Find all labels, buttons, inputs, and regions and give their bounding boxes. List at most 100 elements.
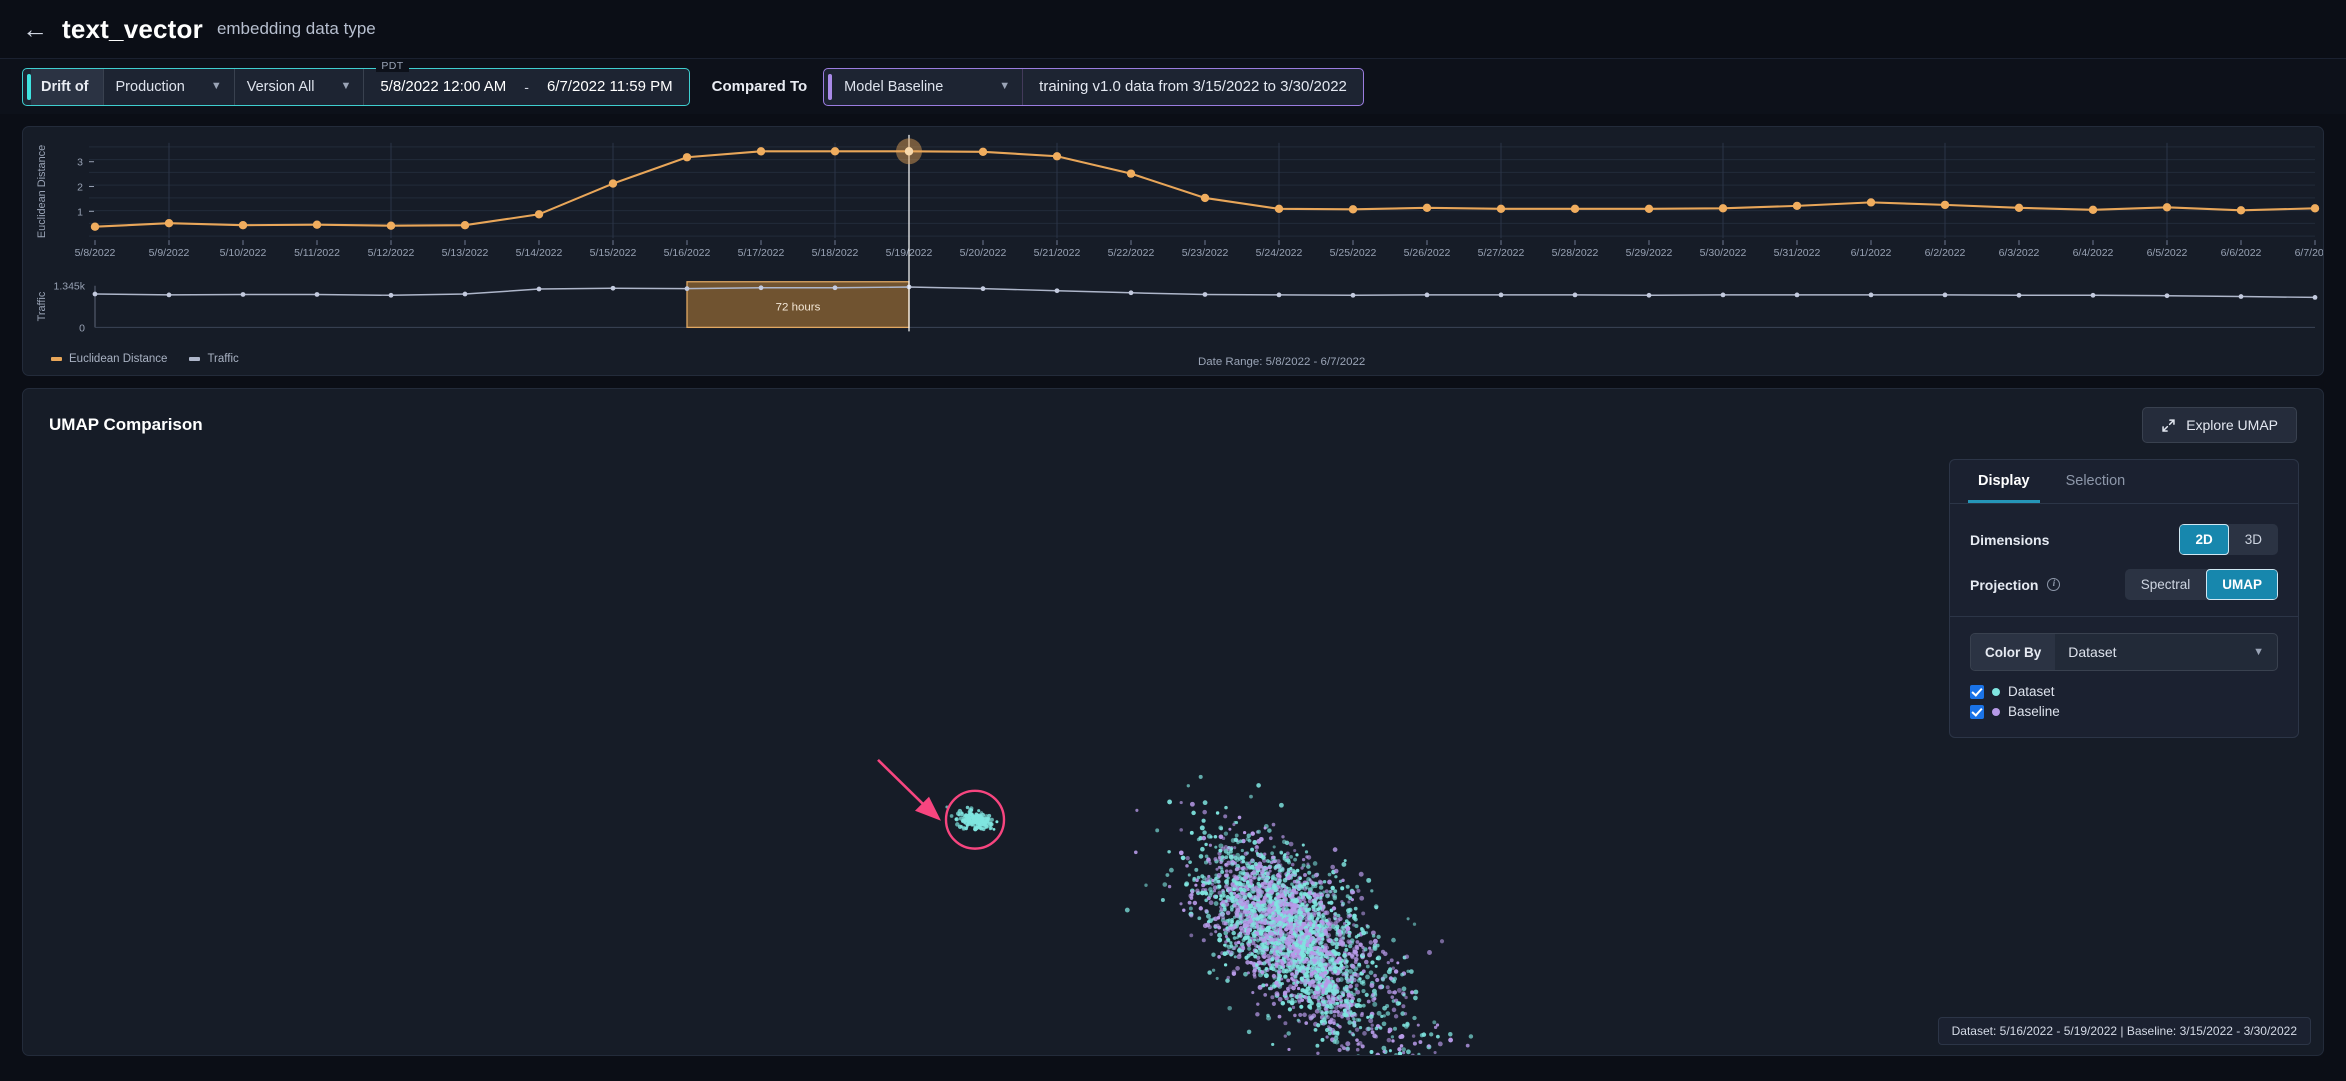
umap-status-strip: Dataset: 5/16/2022 - 5/19/2022 | Baselin…: [1938, 1017, 2311, 1045]
chevron-down-icon: ▼: [211, 81, 222, 92]
svg-text:5/18/2022: 5/18/2022: [812, 248, 859, 259]
environment-dropdown[interactable]: Production ▼: [103, 69, 234, 105]
projection-label: Projection i: [1970, 577, 2060, 593]
compared-to-label: Compared To: [712, 78, 808, 95]
dataset-checkbox[interactable]: [1970, 685, 1984, 699]
date-range-picker[interactable]: PDT 5/8/2022 12:00 AM - 6/7/2022 11:59 P…: [363, 69, 688, 105]
annotation-highlight-circle: [946, 791, 1004, 849]
color-by-dropdown[interactable]: Dataset ▼: [2055, 634, 2277, 670]
color-by-section: Color By Dataset ▼ Dataset Baseline: [1950, 617, 2298, 737]
svg-text:6/3/2022: 6/3/2022: [1999, 248, 2040, 259]
svg-text:1.345k: 1.345k: [54, 282, 86, 293]
version-dropdown[interactable]: Version All ▼: [234, 69, 364, 105]
umap-title: UMAP Comparison: [49, 415, 203, 435]
svg-text:2: 2: [77, 183, 83, 194]
projection-row: Projection i Spectral UMAP: [1970, 569, 2278, 600]
tab-selection[interactable]: Selection: [2056, 460, 2136, 503]
projection-option-umap[interactable]: UMAP: [2206, 569, 2278, 600]
svg-text:5/28/2022: 5/28/2022: [1552, 248, 1599, 259]
legend-item-euclidean: Euclidean Distance: [51, 353, 167, 365]
svg-text:5/20/2022: 5/20/2022: [960, 248, 1007, 259]
series-legend-list: Dataset Baseline: [1970, 684, 2278, 719]
svg-text:5/11/2022: 5/11/2022: [294, 248, 340, 259]
baseline-type-dropdown[interactable]: Model Baseline ▼: [832, 69, 1022, 105]
svg-text:5/9/2022: 5/9/2022: [149, 248, 190, 259]
panel-tabs: Display Selection: [1950, 460, 2298, 504]
projection-label-text: Projection: [1970, 577, 2038, 593]
page-title: text_vector: [62, 14, 203, 45]
date-separator: -: [524, 79, 529, 95]
svg-text:5/16/2022: 5/16/2022: [664, 248, 711, 259]
expand-icon: [2161, 418, 2176, 433]
color-by-value: Dataset: [2068, 644, 2116, 660]
date-start-value: 5/8/2022 12:00 AM: [380, 78, 506, 95]
drift-timeseries-chart[interactable]: 1 2 3 Euclidean Distance 5/8/2022 5/9/2022 5/1…: [23, 127, 2323, 375]
dimensions-option-3d[interactable]: 3D: [2229, 524, 2278, 555]
drift-filter-group: Drift of Production ▼ Version All ▼ PDT …: [22, 68, 690, 106]
baseline-color-dot: [1992, 708, 2000, 716]
chart-legend: Euclidean Distance Traffic: [51, 353, 239, 365]
timezone-label: PDT: [376, 60, 408, 72]
annotation-arrow-line: [878, 760, 936, 817]
svg-text:5/23/2022: 5/23/2022: [1182, 248, 1229, 259]
drift-chart-card: 1 2 3 Euclidean Distance 5/8/2022 5/9/2022 5/1…: [22, 126, 2324, 376]
legend-item-traffic: Traffic: [189, 353, 238, 365]
dataset-legend-label: Dataset: [2008, 684, 2055, 699]
svg-text:1: 1: [77, 207, 83, 218]
explore-umap-button[interactable]: Explore UMAP: [2142, 407, 2297, 443]
svg-text:5/31/2022: 5/31/2022: [1774, 248, 1821, 259]
chart-inner: 1 2 3 Euclidean Distance 5/8/2022 5/9/2022 5/1…: [23, 127, 2323, 375]
projection-option-spectral[interactable]: Spectral: [2125, 569, 2207, 600]
dimensions-label: Dimensions: [1970, 532, 2049, 548]
projection-segmented-control: Spectral UMAP: [2125, 569, 2278, 600]
dimensions-option-2d[interactable]: 2D: [2179, 524, 2228, 555]
svg-text:Date Range: 5/8/2022 - 6/7/202: Date Range: 5/8/2022 - 6/7/2022: [1198, 356, 1365, 368]
legend-row-dataset[interactable]: Dataset: [1970, 684, 2278, 699]
svg-text:5/13/2022: 5/13/2022: [442, 248, 489, 259]
arrow-left-icon[interactable]: ←: [22, 16, 48, 42]
umap-header: UMAP Comparison Explore UMAP: [23, 389, 2323, 443]
svg-text:5/22/2022: 5/22/2022: [1108, 248, 1155, 259]
display-controls-section: Dimensions 2D 3D Projection i Spectral U…: [1950, 504, 2298, 617]
baseline-legend-label: Baseline: [2008, 704, 2060, 719]
explore-umap-label: Explore UMAP: [2186, 417, 2278, 433]
baseline-type-value: Model Baseline: [844, 79, 943, 95]
svg-text:6/1/2022: 6/1/2022: [1851, 248, 1892, 259]
filter-toolbar: Drift of Production ▼ Version All ▼ PDT …: [0, 58, 2346, 114]
svg-text:3: 3: [77, 158, 83, 169]
svg-text:5/8/2022: 5/8/2022: [75, 248, 116, 259]
environment-value: Production: [116, 79, 185, 95]
drift-of-label: Drift of: [31, 69, 103, 105]
color-by-control: Color By Dataset ▼: [1970, 633, 2278, 671]
svg-text:6/7/2022: 6/7/2022: [2295, 248, 2323, 259]
svg-text:5/10/2022: 5/10/2022: [220, 248, 267, 259]
page-header: ← text_vector embedding data type: [0, 0, 2346, 58]
svg-text:6/6/2022: 6/6/2022: [2221, 248, 2262, 259]
svg-text:5/27/2022: 5/27/2022: [1478, 248, 1525, 259]
umap-display-panel: Display Selection Dimensions 2D 3D Proje…: [1949, 459, 2299, 738]
baseline-filter-group: Model Baseline ▼ training v1.0 data from…: [823, 68, 1364, 106]
dataset-color-dot: [1992, 688, 2000, 696]
dimensions-row: Dimensions 2D 3D: [1970, 524, 2278, 555]
umap-comparison-card: UMAP Comparison Explore UMAP new cluster…: [22, 388, 2324, 1056]
info-icon[interactable]: i: [2047, 578, 2060, 591]
annotation-arrow: [878, 760, 941, 821]
svg-text:Euclidean Distance: Euclidean Distance: [36, 145, 48, 238]
tab-display[interactable]: Display: [1968, 460, 2040, 503]
legend-row-baseline[interactable]: Baseline: [1970, 704, 2278, 719]
svg-text:5/24/2022: 5/24/2022: [1256, 248, 1303, 259]
baseline-checkbox[interactable]: [1970, 705, 1984, 719]
baseline-description: training v1.0 data from 3/15/2022 to 3/3…: [1022, 69, 1363, 105]
color-by-label: Color By: [1971, 634, 2055, 670]
svg-text:5/17/2022: 5/17/2022: [738, 248, 785, 259]
annotation-arrow-head: [915, 797, 941, 821]
svg-text:5/25/2022: 5/25/2022: [1330, 248, 1377, 259]
dimensions-segmented-control: 2D 3D: [2179, 524, 2278, 555]
svg-text:6/5/2022: 6/5/2022: [2147, 248, 2188, 259]
legend-swatch-traffic: [189, 357, 200, 361]
legend-label-euclidean: Euclidean Distance: [69, 353, 167, 365]
page-subtitle: embedding data type: [217, 19, 376, 39]
chevron-down-icon: ▼: [340, 81, 351, 92]
chevron-down-icon: ▼: [2253, 646, 2264, 658]
svg-text:6/2/2022: 6/2/2022: [1925, 248, 1966, 259]
